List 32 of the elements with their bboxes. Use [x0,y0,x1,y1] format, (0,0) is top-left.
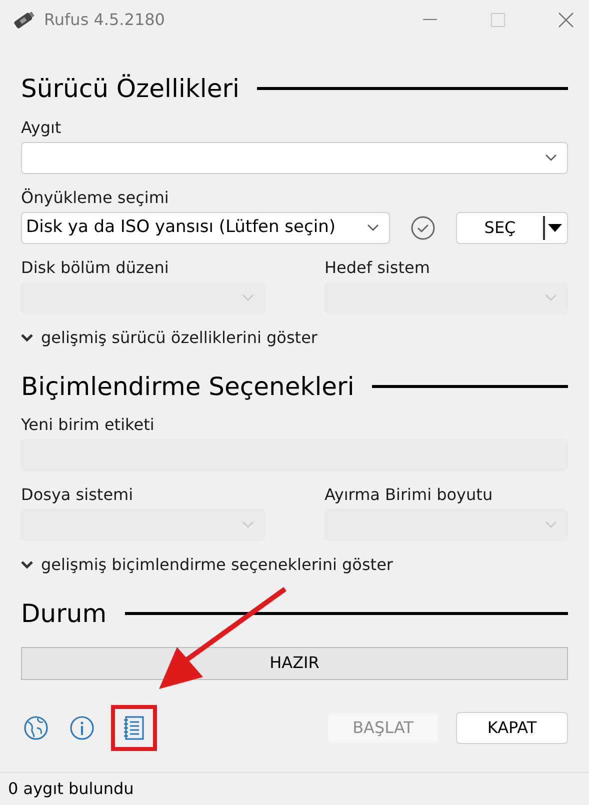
chevron-down-icon [545,154,557,162]
chevron-down-icon[interactable] [21,561,33,569]
field-label: Ayırma Birimi boyutu [324,484,494,506]
chevron-down-icon [242,521,254,529]
field-label: Dosya sistemi [21,484,134,506]
field-label: Hedef sistem [324,256,431,278]
checkmark-circle-icon[interactable] [410,214,436,240]
log-icon[interactable] [122,714,146,740]
action-button[interactable]: KAPAT [456,712,568,744]
section-heading: Durum [21,598,107,630]
select-button[interactable]: SEÇ [456,212,568,244]
field-label: Yeni birim etiketi [21,414,156,436]
status-bar-text: 0 aygıt bulundu [8,778,134,800]
field-label: Disk bölüm düzeni [21,256,170,278]
globe-icon[interactable] [23,714,49,740]
advanced-toggle[interactable]: gelişmiş biçimlendirme seçeneklerini göster [41,553,393,577]
minimize-icon[interactable] [423,19,437,21]
section-heading: Sürücü Özellikleri [21,73,240,105]
section-heading: Biçimlendirme Seçenekleri [21,370,354,402]
chevron-down-icon [545,294,557,302]
field-label: Aygıt [21,116,62,138]
close-icon[interactable] [558,12,574,28]
chevron-down-icon[interactable] [21,334,33,342]
chevron-down-icon [242,294,254,302]
window-title: Rufus 4.5.2180 [44,9,165,31]
chevron-down-icon [545,521,557,529]
dropdown[interactable]: Disk ya da ISO yansısı (Lütfen seçin) [21,212,390,244]
advanced-toggle[interactable]: gelişmiş sürücü özelliklerini göster [41,326,318,350]
usb-drive-icon [12,9,36,31]
info-icon[interactable] [69,714,95,740]
field-label: Önyükleme seçimi [21,186,170,208]
chevron-down-icon [367,224,379,232]
